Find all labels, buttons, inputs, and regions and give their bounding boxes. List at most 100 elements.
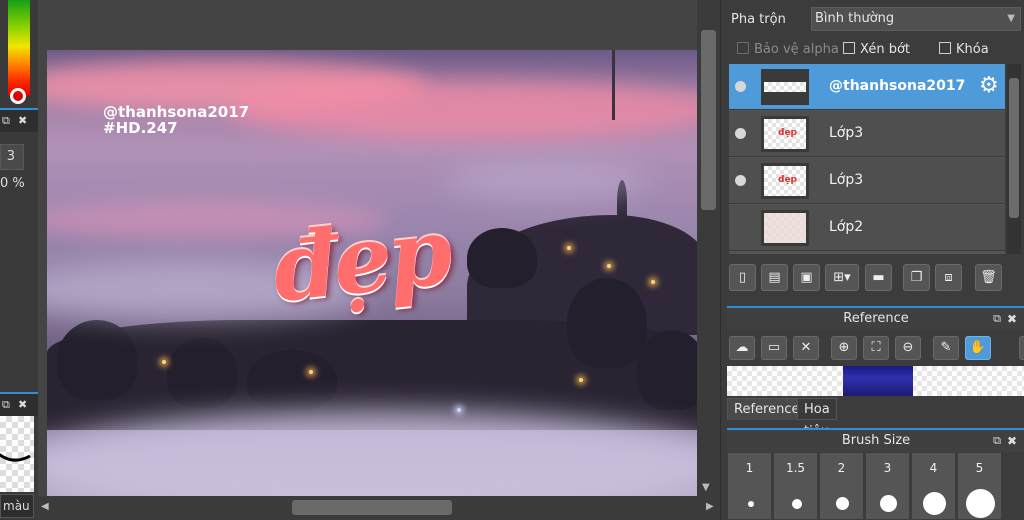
watermark-line-2: #HD.247: [103, 119, 178, 137]
zoom-in-icon[interactable]: ⊕: [831, 336, 857, 360]
watermark-line-1: @thanhsona2017: [103, 103, 250, 121]
zoom-out-icon[interactable]: ⊖: [895, 336, 921, 360]
brush-size-panel-header: Brush Size ⧉ ✖: [727, 428, 1024, 452]
layer-scroll-thumb[interactable]: [1009, 78, 1019, 218]
blend-mode-label: Pha trộn: [731, 12, 786, 27]
lock-checkbox[interactable]: Khóa: [939, 42, 989, 57]
hue-slider-handle[interactable]: [10, 88, 26, 104]
open-folder-icon[interactable]: ▭: [761, 336, 787, 360]
blend-mode-select[interactable]: Bình thường ▼: [811, 7, 1021, 31]
drawing-canvas[interactable]: @thanhsona2017 #HD.247 đẹp: [47, 50, 697, 496]
merge-layer-icon[interactable]: ⧈: [935, 264, 962, 291]
duplicate-layer-icon[interactable]: ❐: [903, 264, 930, 291]
tab-reference[interactable]: Reference: [727, 398, 807, 420]
tree-silhouette: [57, 320, 137, 400]
brush-size-cell[interactable]: 5: [957, 452, 1002, 520]
visibility-icon[interactable]: [735, 175, 746, 186]
hue-slider[interactable]: [8, 0, 30, 96]
visibility-icon[interactable]: [735, 128, 746, 139]
close-icon[interactable]: ✖: [1007, 308, 1017, 330]
clip-label: Xén bớt: [860, 42, 910, 57]
thumb-lettering: đẹp: [778, 175, 797, 185]
tab-navigator[interactable]: Hoa tiêu: [797, 398, 837, 439]
brush-dot-icon: [792, 499, 802, 509]
layer-list-scrollbar[interactable]: [1007, 64, 1021, 254]
scroll-down-arrow-icon[interactable]: ▼: [702, 482, 710, 493]
brush-size-cell[interactable]: 2: [819, 452, 864, 520]
trash-icon[interactable]: 🗑: [975, 264, 1002, 291]
reference-panel-title: Reference: [843, 311, 909, 326]
fit-screen-icon[interactable]: ⛶: [863, 336, 889, 360]
clip-checkbox[interactable]: Xén bớt: [843, 42, 910, 57]
upload-cloud-icon[interactable]: ☁: [729, 336, 755, 360]
layer-list: @thanhsona2017 ⚙ đẹp Lớp3 đẹp Lớp3 Lớp2: [729, 64, 1005, 254]
brush-size-label: 1.5: [785, 461, 806, 475]
brush-dot-icon: [748, 501, 754, 507]
layer-name: Lớp3: [829, 172, 864, 188]
scroll-left-arrow-icon[interactable]: ◀: [41, 501, 49, 512]
checkbox-box: [737, 42, 749, 54]
pin-icon[interactable]: ⧉: [2, 115, 10, 127]
brush-size-cell[interactable]: 1.5: [773, 452, 818, 520]
tree-silhouette: [167, 338, 237, 408]
canvas-area[interactable]: @thanhsona2017 #HD.247 đẹp ▼ ◀ ▶: [38, 0, 720, 520]
checkbox-box: [843, 42, 855, 54]
vertical-scroll-thumb[interactable]: [701, 30, 716, 210]
brush-stroke-preview: [0, 416, 34, 492]
brush-dot-icon: [880, 495, 897, 512]
more-tools-icon[interactable]: [1019, 336, 1024, 360]
layer-row[interactable]: đẹp Lớp3: [729, 158, 1005, 204]
brush-size-cell[interactable]: 3: [865, 452, 910, 520]
brush-size-cell[interactable]: 4: [911, 452, 956, 520]
close-icon[interactable]: ✖: [18, 115, 27, 127]
layer-name: Lớp2: [829, 219, 864, 235]
hand-tool-icon[interactable]: ✋: [965, 336, 991, 360]
brush-size-title: Brush Size: [841, 433, 911, 448]
pin-icon[interactable]: ⧉: [993, 430, 1001, 452]
canvas-horizontal-scrollbar[interactable]: ◀ ▶: [38, 496, 720, 520]
pin-icon[interactable]: ⧉: [993, 308, 1001, 330]
town-light: [162, 360, 166, 364]
town-light: [309, 370, 313, 374]
eyedropper-icon[interactable]: ✎: [933, 336, 959, 360]
gear-icon[interactable]: ⚙: [979, 74, 999, 98]
layer-row[interactable]: Lớp2: [729, 205, 1005, 251]
new-halftone-layer-icon[interactable]: ▤: [761, 264, 788, 291]
brush-size-cell[interactable]: 1: [727, 452, 772, 520]
add-layer-dropdown-icon[interactable]: ⊞▾: [825, 264, 859, 291]
tree-silhouette: [467, 228, 537, 288]
thumb-lettering: đẹp: [778, 128, 797, 138]
pin-icon[interactable]: ⧉: [2, 399, 10, 411]
brush-size-grid: 1 1.5 2 3 4 5: [727, 452, 1024, 520]
new-1bit-layer-icon[interactable]: ▣: [793, 264, 820, 291]
left-number-field[interactable]: 3: [0, 144, 24, 170]
new-layer-icon[interactable]: ▯: [729, 264, 756, 291]
left-panel-header-2: ⧉ ✖: [0, 392, 38, 416]
left-panel-header: ⧉ ✖: [0, 108, 38, 132]
close-icon[interactable]: ✖: [18, 399, 27, 411]
left-tool-strip: ⧉ ✖ 3 0 % ⧉ ✖ màu: [0, 0, 38, 520]
canvas-vertical-scrollbar[interactable]: ▼: [697, 0, 720, 496]
layer-thumbnail: đẹp: [761, 116, 809, 152]
antenna-tower: [612, 50, 615, 120]
layer-row[interactable]: đẹp Lớp3: [729, 111, 1005, 157]
color-tab[interactable]: màu: [0, 494, 34, 518]
close-image-icon[interactable]: ✕: [793, 336, 819, 360]
scroll-right-arrow-icon[interactable]: ▶: [706, 501, 714, 512]
horizontal-scroll-thumb[interactable]: [292, 500, 452, 515]
chevron-down-icon: ▼: [1007, 13, 1015, 24]
close-icon[interactable]: ✖: [1007, 430, 1017, 452]
layer-thumbnail: đẹp: [761, 163, 809, 199]
layer-row[interactable]: @thanhsona2017 ⚙: [729, 64, 1005, 110]
brush-dot-icon: [966, 489, 995, 518]
layer-thumbnail: [761, 69, 809, 105]
brush-dot-icon: [836, 497, 849, 510]
brush-size-label: 2: [837, 461, 846, 475]
new-folder-icon[interactable]: ▬: [865, 264, 892, 291]
protect-alpha-checkbox[interactable]: Bảo vệ alpha: [737, 42, 839, 57]
reference-image-strip[interactable]: [727, 366, 1024, 396]
tree-silhouette: [247, 350, 337, 410]
fog-layer: [47, 410, 697, 496]
visibility-icon[interactable]: [735, 81, 746, 92]
watermark-text: @thanhsona2017 #HD.247: [103, 104, 249, 136]
